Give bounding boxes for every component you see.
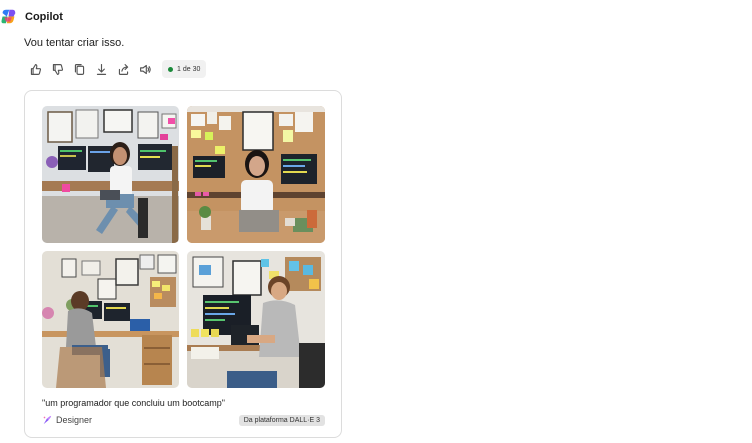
image-grid <box>42 106 326 388</box>
dalle-badge: Da plataforma DALL·E 3 <box>238 415 325 426</box>
copilot-logo-icon <box>0 8 17 25</box>
download-icon[interactable] <box>92 60 110 78</box>
assistant-message: Vou tentar criar isso. <box>24 37 125 49</box>
thumbs-down-icon[interactable] <box>48 60 66 78</box>
thumbs-up-icon[interactable] <box>26 60 44 78</box>
generated-image-2[interactable] <box>187 106 325 243</box>
counter-label: 1 de 30 <box>177 65 201 73</box>
generated-image-1[interactable] <box>42 106 179 243</box>
designer-source[interactable]: Designer <box>42 415 92 425</box>
share-icon[interactable] <box>114 60 132 78</box>
image-prompt-caption: "um programador que concluiu um bootcamp… <box>42 398 225 408</box>
designer-label: Designer <box>56 415 93 425</box>
app-title: Copilot <box>25 10 63 23</box>
image-result-card: "um programador que concluiu um bootcamp… <box>24 90 342 438</box>
image-counter[interactable]: 1 de 30 <box>162 60 207 78</box>
message-actions: 1 de 30 <box>26 60 207 78</box>
designer-icon <box>43 415 52 425</box>
generated-image-4[interactable] <box>187 251 325 388</box>
copy-icon[interactable] <box>70 60 88 78</box>
status-dot <box>168 66 173 72</box>
speaker-icon[interactable] <box>136 60 154 78</box>
generated-image-3[interactable] <box>42 251 179 388</box>
copilot-header: Copilot <box>0 8 63 25</box>
